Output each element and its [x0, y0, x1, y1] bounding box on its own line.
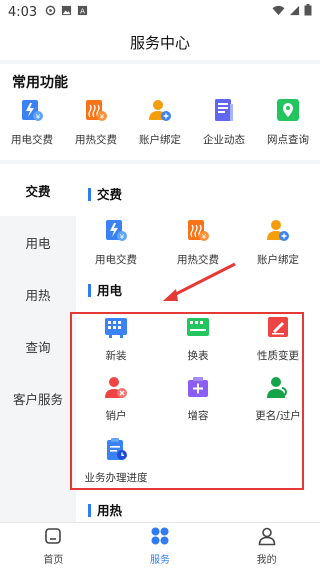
status-bar: 4:03 A	[0, 0, 320, 24]
sidebar-item-pay[interactable]: 交费	[0, 164, 76, 216]
common-company-news[interactable]: 企业动态	[192, 96, 256, 147]
electric-close-account[interactable]: 销户	[76, 374, 156, 423]
category-sidebar: 交费 用电 用热 查询 客户服务	[0, 164, 76, 522]
sidebar-item-label: 客户服务	[12, 391, 63, 407]
svg-text:A: A	[80, 6, 85, 15]
section-title-pay: 交费	[88, 188, 122, 201]
electric-new-install-label: 新装	[105, 350, 127, 362]
page-title: 服务中心	[0, 24, 320, 60]
electric-close-account-label: 销户	[105, 410, 127, 422]
sidebar-item-query[interactable]: 查询	[0, 320, 76, 372]
heat-pay-icon: ¥	[184, 216, 212, 248]
common-electric-pay-label: 用电交费	[11, 134, 53, 146]
sidebar-item-label: 查询	[25, 339, 51, 355]
common-functions-heading: 常用功能	[12, 75, 68, 91]
common-outlet-search[interactable]: 网点查询	[256, 96, 320, 147]
electric-rename-transfer-label: 更名/过户	[255, 410, 301, 422]
sidebar-item-label: 用热	[25, 287, 51, 303]
svg-text:¥: ¥	[100, 113, 105, 121]
meter-replace-icon	[185, 314, 211, 344]
tab-mine-label: 我的	[256, 554, 277, 566]
nature-change-icon	[265, 314, 291, 344]
electric-meter-replace-label: 换表	[187, 350, 209, 362]
user-icon	[257, 526, 277, 549]
font-status-icon: A	[77, 5, 88, 20]
common-electric-pay[interactable]: ¥ 用电交费	[0, 96, 64, 147]
svg-text:¥: ¥	[36, 113, 41, 121]
common-heat-pay[interactable]: ¥ 用热交费	[64, 96, 128, 147]
section-title-electric: 用电	[88, 284, 122, 297]
new-install-icon	[103, 314, 129, 344]
capacity-increase-icon	[185, 374, 211, 404]
bottom-tab-bar: 首页 服务 我的	[0, 522, 320, 568]
svg-text:¥: ¥	[202, 233, 207, 241]
electric-nature-change[interactable]: 性质变更	[238, 314, 318, 363]
map-pin-icon	[274, 96, 302, 128]
pay-heat-label: 用热交费	[177, 254, 219, 266]
status-time: 4:03	[8, 4, 38, 20]
tab-home[interactable]: 首页	[0, 523, 107, 568]
tab-home-label: 首页	[43, 554, 64, 566]
pay-heat[interactable]: ¥ 用热交费	[158, 216, 238, 267]
pay-electric[interactable]: ¥ 用电交费	[76, 216, 156, 267]
sidebar-item-label: 用电	[25, 235, 51, 251]
common-outlet-search-label: 网点查询	[267, 134, 309, 146]
electric-progress-label: 业务办理进度	[84, 472, 148, 484]
section-title-heat: 用热	[88, 504, 122, 517]
image-status-icon	[61, 5, 72, 20]
electric-meter-replace[interactable]: 换表	[158, 314, 238, 363]
electric-capacity-increase[interactable]: 增容	[158, 374, 238, 423]
news-icon	[210, 96, 238, 128]
service-content: 交费 ¥ 用电交费 ¥ 用热交费 账户绑定 用电 新装 换表 性质变更 销户 增…	[76, 164, 320, 522]
rename-transfer-icon	[265, 374, 291, 404]
tab-service[interactable]: 服务	[107, 523, 214, 568]
home-icon	[43, 526, 63, 549]
pay-electric-label: 用电交费	[95, 254, 137, 266]
electric-nature-change-label: 性质变更	[257, 350, 299, 362]
sidebar-item-customer-service[interactable]: 客户服务	[0, 372, 76, 424]
common-company-news-label: 企业动态	[203, 134, 245, 146]
heat-pay-icon: ¥	[82, 96, 110, 128]
electric-pay-icon: ¥	[102, 216, 130, 248]
progress-clipboard-icon	[103, 436, 129, 466]
electric-pay-icon: ¥	[18, 96, 46, 128]
electric-rename-transfer[interactable]: 更名/过户	[238, 374, 318, 423]
common-account-bind[interactable]: 账户绑定	[128, 96, 192, 147]
settings-status-icon	[45, 5, 56, 20]
common-heat-pay-label: 用热交费	[75, 134, 117, 146]
account-bind-icon	[146, 96, 174, 128]
sidebar-item-heat[interactable]: 用热	[0, 268, 76, 320]
sidebar-item-electric[interactable]: 用电	[0, 216, 76, 268]
electric-new-install[interactable]: 新装	[76, 314, 156, 363]
sidebar-item-label: 交费	[25, 183, 51, 199]
svg-text:¥: ¥	[120, 233, 125, 241]
common-functions-panel: 常用功能 ¥ 用电交费 ¥ 用热交费 账户绑定 企业动态 网点查询	[0, 64, 320, 160]
account-bind-icon	[264, 216, 292, 248]
close-account-icon	[103, 374, 129, 404]
common-account-bind-label: 账户绑定	[139, 134, 181, 146]
page-title-text: 服务中心	[129, 33, 190, 52]
electric-progress[interactable]: 业务办理进度	[76, 436, 156, 485]
wifi-icon	[272, 5, 285, 20]
service-grid-icon	[150, 526, 170, 549]
tab-mine[interactable]: 我的	[213, 523, 320, 568]
battery-icon	[304, 4, 312, 20]
pay-account-bind-label: 账户绑定	[257, 254, 299, 266]
pay-account-bind[interactable]: 账户绑定	[238, 216, 318, 267]
signal-icon	[289, 5, 300, 20]
tab-service-label: 服务	[150, 554, 170, 566]
electric-capacity-increase-label: 增容	[187, 410, 209, 422]
